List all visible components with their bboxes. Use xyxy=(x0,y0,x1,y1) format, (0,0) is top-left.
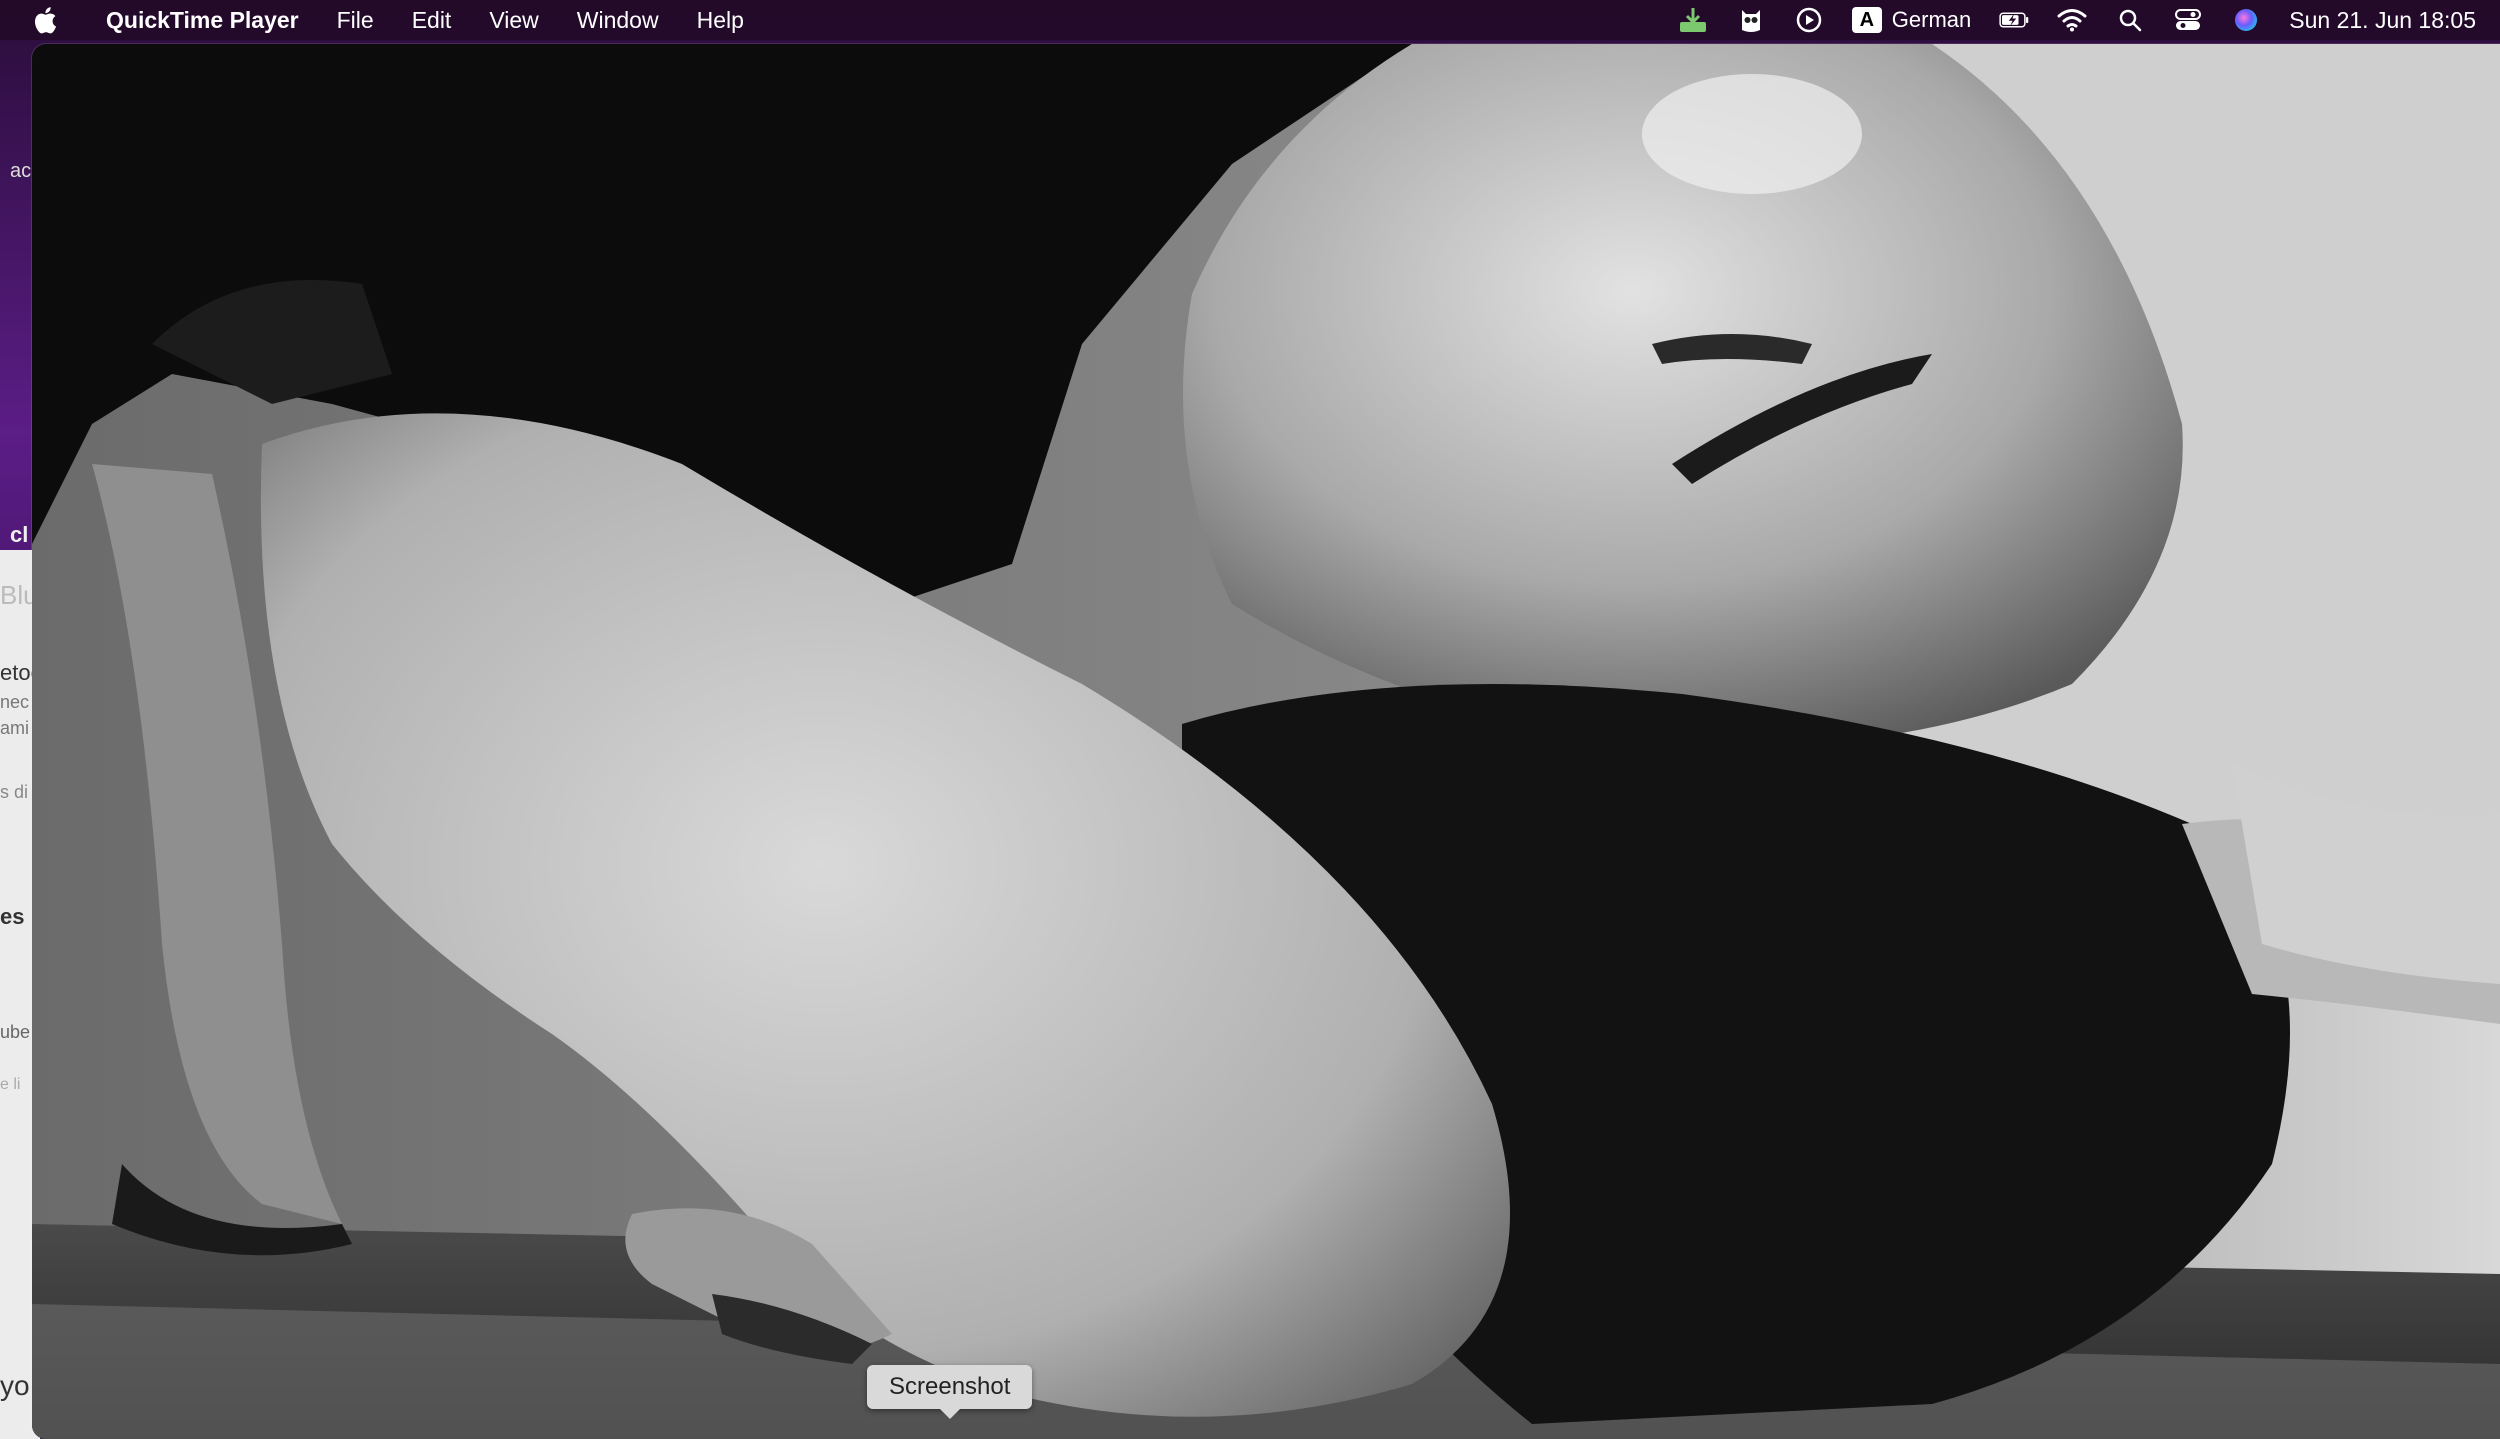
wifi-icon[interactable] xyxy=(2057,5,2087,35)
siri-icon[interactable] xyxy=(2231,5,2261,35)
video-frame-image xyxy=(32,44,2500,1439)
background-window-fragment: ac xyxy=(10,160,32,182)
download-tray-icon[interactable] xyxy=(1678,5,1708,35)
menu-bar: QuickTime Player File Edit View Window H… xyxy=(0,0,2500,40)
control-center-icon[interactable] xyxy=(2173,5,2203,35)
input-source-label: German xyxy=(1891,7,1972,32)
input-source-menu[interactable]: A German xyxy=(1851,7,1972,33)
background-window-fragment: ami xyxy=(0,718,30,738)
spotlight-search-icon[interactable] xyxy=(2115,5,2145,35)
video-frame[interactable] xyxy=(32,44,2500,1439)
screenshot-tooltip: Screenshot xyxy=(867,1365,1033,1419)
quicktime-player-window: Screenshot xyxy=(32,44,2500,1439)
background-window-fragment: nec xyxy=(0,692,30,712)
now-playing-icon[interactable] xyxy=(1794,5,1824,35)
menu-window[interactable]: Window xyxy=(558,0,678,40)
background-window-fragment: e li xyxy=(0,1076,21,1093)
background-window-fragment: cl xyxy=(10,522,29,547)
apple-logo-icon[interactable] xyxy=(32,3,62,37)
menu-edit[interactable]: Edit xyxy=(393,0,471,40)
menu-file[interactable]: File xyxy=(318,0,393,40)
owl-app-icon[interactable] xyxy=(1736,5,1766,35)
background-window-fragment: s di xyxy=(0,782,29,802)
menu-app-name[interactable]: QuickTime Player xyxy=(92,0,318,40)
menu-view[interactable]: View xyxy=(470,0,557,40)
background-window-fragment: es xyxy=(0,904,25,929)
background-window-fragment: ube xyxy=(0,1022,31,1042)
menubar-clock[interactable]: Sun 21. Jun 18:05 xyxy=(2289,7,2476,34)
input-source-letter: A xyxy=(1851,7,1882,33)
menu-help[interactable]: Help xyxy=(678,0,763,40)
background-window-fragment: yo xyxy=(0,1370,30,1401)
battery-charging-icon[interactable] xyxy=(1999,5,2029,35)
